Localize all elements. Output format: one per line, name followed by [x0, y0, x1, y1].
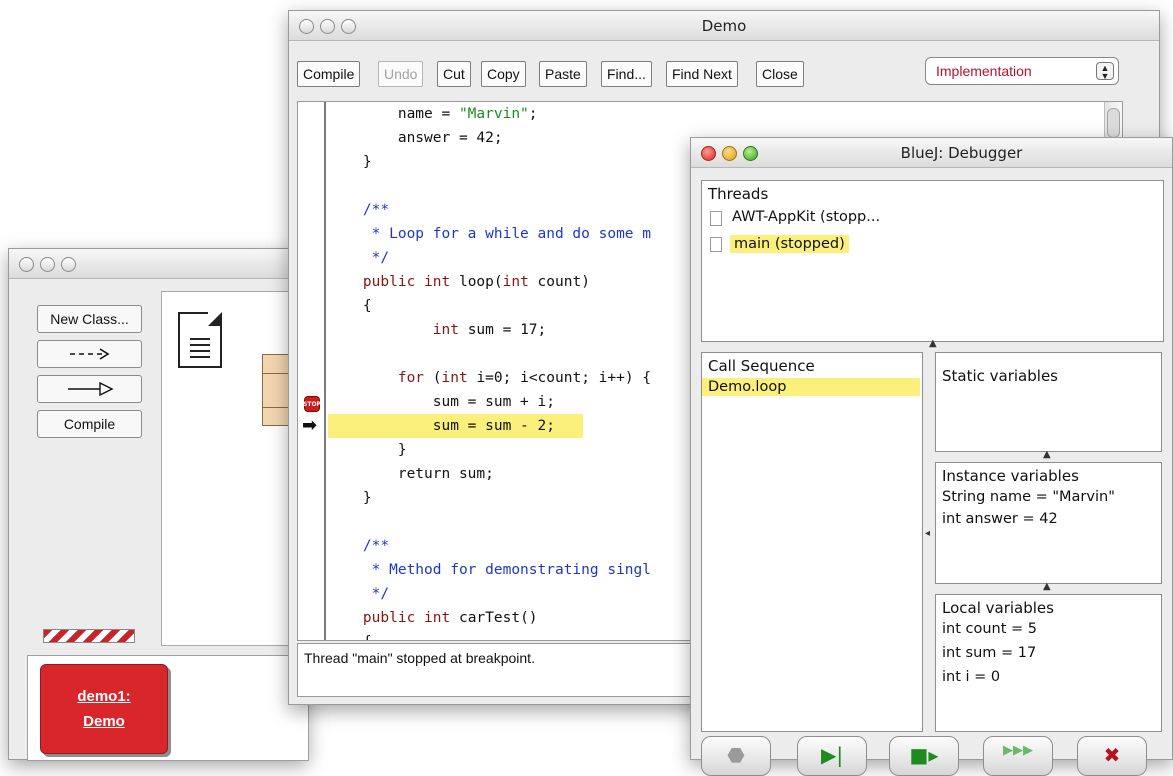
window-title: BlueJ: Debugger [900, 144, 1023, 162]
code-line: public int carTest() [362, 610, 538, 626]
halt-button[interactable]: ⬣ [701, 736, 771, 776]
code-line: * Method for demonstrating singl [328, 562, 652, 578]
scrollbar-thumb[interactable] [1107, 108, 1120, 138]
instance-variables-title: Instance variables [942, 467, 1079, 485]
terminate-button[interactable]: ✖ [1077, 736, 1147, 776]
undo-button[interactable]: Undo [378, 61, 424, 87]
local-variables-pane: Local variables int count = 5 int sum = … [935, 594, 1162, 732]
code-line: */ [328, 586, 390, 602]
copy-button[interactable]: Copy [481, 61, 526, 87]
code-line: } [328, 154, 372, 170]
code-line: int sum = 17; [432, 322, 547, 338]
minimize-window-button[interactable] [722, 146, 737, 161]
updown-arrows-icon: ▲ ▼ [1096, 62, 1114, 81]
editor-toolbar: Compile Undo Cut Copy Paste Find... Find… [289, 41, 1159, 93]
code-line: { [328, 298, 372, 314]
new-class-button[interactable]: New Class... [37, 305, 142, 333]
object-name: demo1: [77, 688, 131, 705]
continue-button[interactable]: ▶▶▶ [983, 736, 1053, 776]
thread-icon [710, 211, 722, 226]
close-button[interactable]: Close [756, 61, 804, 87]
inherit-arrow-button[interactable] [37, 375, 142, 403]
code-line: name = "Marvin"; [328, 106, 538, 122]
paste-button[interactable]: Paste [539, 61, 587, 87]
editor-titlebar: Demo [289, 11, 1159, 41]
halt-octagon-icon: ⬣ [727, 743, 745, 767]
call-sequence-item-selected[interactable]: Demo.loop [702, 378, 920, 396]
step-arrow-icon: ▶| [820, 743, 844, 767]
view-select[interactable]: Implementation ▲ ▼ [925, 57, 1119, 85]
execution-arrow-icon: ➡ [302, 415, 318, 436]
step-into-icon: ■▸ [909, 743, 939, 767]
code-line: */ [328, 250, 390, 266]
split-handle-icon[interactable]: ◂ [925, 528, 930, 539]
static-variables-pane: Static variables [935, 352, 1162, 452]
code-line: /** [328, 538, 390, 554]
code-line: /** [328, 202, 390, 218]
debugger-titlebar: BlueJ: Debugger [691, 138, 1172, 168]
window-controls [701, 146, 758, 161]
code-line: return sum; [328, 466, 494, 482]
call-sequence-title: Call Sequence [708, 357, 815, 375]
threads-title: Threads [708, 185, 769, 203]
split-handle-icon[interactable]: ▲ [1043, 449, 1051, 460]
thread-item-selected[interactable]: main (stopped) [730, 235, 849, 253]
cut-button[interactable]: Cut [437, 61, 471, 87]
object-demo1[interactable]: demo1: Demo [40, 664, 168, 754]
bluej-main-window: New Class... Compile demo1: Demo [8, 248, 309, 761]
breakpoint-stop-icon[interactable]: STOP [303, 396, 321, 412]
local-variable-item[interactable]: int i = 0 [942, 669, 1000, 685]
dependency-arrow-button[interactable] [37, 340, 142, 368]
current-line-highlight: sum = sum - 2; [328, 414, 583, 438]
class-tools-panel: New Class... Compile [9, 280, 161, 640]
main-titlebar [9, 249, 307, 279]
local-variables-title: Local variables [942, 599, 1054, 617]
thread-item[interactable]: AWT-AppKit (stopp... [732, 209, 880, 225]
inherit-arrow-icon [67, 382, 114, 396]
window-controls [19, 257, 76, 272]
breakpoint-gutter[interactable] [298, 102, 326, 640]
vm-progress-indicator [43, 629, 135, 643]
minimize-window-button[interactable] [40, 257, 55, 272]
object-bench: demo1: Demo [27, 655, 309, 761]
debugger-window: BlueJ: Debugger Threads AWT-AppKit (stop… [690, 137, 1173, 776]
local-variable-item[interactable]: int count = 5 [942, 621, 1037, 637]
code-line: } [328, 442, 407, 458]
split-handle-icon[interactable]: ▲ [929, 338, 937, 349]
code-line: } [328, 490, 372, 506]
threads-pane: Threads AWT-AppKit (stopp... main (stopp… [701, 180, 1164, 342]
code-line: public int loop(int count) [362, 274, 590, 290]
instance-variables-pane: Instance variables String name = "Marvin… [935, 462, 1162, 584]
code-line: answer = 42; [328, 130, 503, 146]
class-diagram-canvas[interactable] [161, 291, 309, 646]
instance-variable-item[interactable]: String name = "Marvin" [942, 489, 1115, 505]
zoom-window-button[interactable] [61, 257, 76, 272]
find-button[interactable]: Find... [601, 61, 652, 87]
split-handle-icon[interactable]: ▲ [1043, 581, 1051, 592]
close-window-button[interactable] [701, 146, 716, 161]
view-select-value: Implementation [936, 63, 1032, 79]
window-title: Demo [701, 17, 747, 35]
code-line: sum = sum + i; [328, 394, 555, 410]
code-line: { [328, 630, 372, 640]
compile-button[interactable]: Compile [37, 410, 142, 438]
close-window-button[interactable] [19, 257, 34, 272]
code-line: * Loop for a while and do some m [328, 226, 652, 242]
static-variables-title: Static variables [942, 367, 1058, 385]
thread-icon [710, 237, 722, 252]
local-variable-item[interactable]: int sum = 17 [942, 645, 1036, 661]
instance-variable-item[interactable]: int answer = 42 [942, 511, 1058, 527]
code-line: for (int i=0; i<count; i++) { [397, 370, 652, 386]
dashed-arrow-icon [69, 348, 110, 360]
object-class: Demo [83, 713, 125, 730]
terminate-x-icon: ✖ [1103, 743, 1121, 767]
compile-button[interactable]: Compile [297, 61, 361, 87]
find-next-button[interactable]: Find Next [666, 61, 738, 87]
readme-document-icon[interactable] [178, 312, 222, 368]
step-into-button[interactable]: ■▸ [889, 736, 959, 776]
step-button[interactable]: ▶| [797, 736, 867, 776]
continue-icon: ▶▶▶ [1003, 743, 1033, 758]
call-sequence-pane: Call Sequence Demo.loop [701, 352, 923, 732]
